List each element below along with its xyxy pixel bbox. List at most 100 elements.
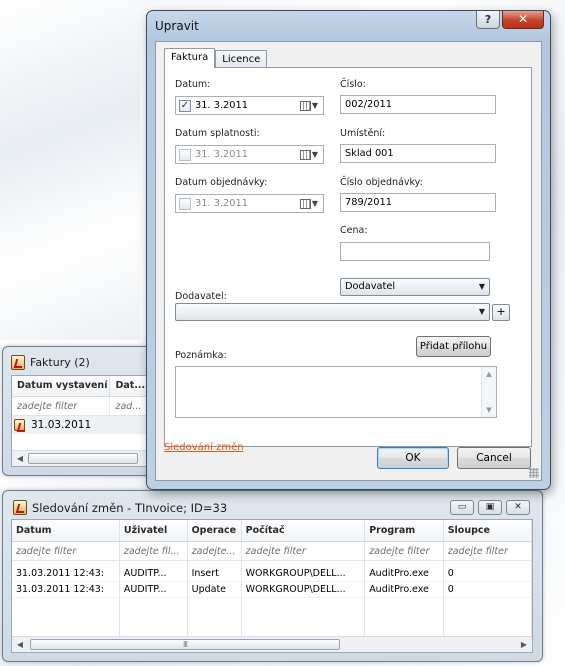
filter-cell-uzivatel[interactable]: zadejte fil... (120, 542, 188, 560)
calendar-dropdown-icon[interactable]: ▼ (299, 100, 318, 111)
cell-program: AuditPro.exe (365, 582, 444, 597)
scroll-grip-icon: III (182, 640, 188, 649)
audit-filter-row: zadejte filter zadejte fil... zadejte...… (12, 542, 532, 561)
maximize-button[interactable]: ▣ (478, 500, 502, 515)
invoice-icon (11, 355, 25, 370)
tab-faktura[interactable]: Faktura (164, 48, 216, 68)
cancel-button[interactable]: Cancel (457, 447, 531, 469)
filter-cell-datum[interactable]: zadejte filter (12, 542, 120, 560)
dialog-body: Faktura Licence Datum: ✓ 31. 3.2011 ▼ Da… (155, 41, 542, 481)
desktop-background (0, 0, 140, 340)
close-button[interactable]: ✕ (506, 500, 530, 515)
cell-datum: 31.03.2011 12:43: (12, 566, 120, 581)
filter-cell-operace[interactable]: zadejte... (188, 542, 242, 560)
window-controls: ▭ ▣ ✕ (450, 500, 530, 515)
column-header-datum[interactable]: Datum (12, 520, 120, 541)
column-header-operace[interactable]: Operace (188, 520, 242, 541)
cell-uzivatel: AUDITP... (120, 582, 188, 597)
cislo-objednavky-field[interactable]: 789/2011 (340, 193, 496, 212)
datum-objednavky-label: Datum objednávky: (175, 177, 268, 188)
datum-checkbox[interactable]: ✓ (179, 99, 191, 112)
audit-horizontal-scrollbar[interactable]: ◀ III ▶ (12, 636, 532, 652)
cell-operace: Update (188, 582, 242, 597)
datum-objednavky-value: 31. 3.2011 (195, 198, 248, 209)
filter-cell-program[interactable]: zadejte filter (365, 542, 444, 560)
calendar-dropdown-icon[interactable]: ▼ (299, 149, 318, 160)
invoice-icon (14, 419, 25, 431)
resize-grip-icon[interactable] (529, 468, 539, 478)
faktury-window: Faktury (2) Datum vystavení Dat... zadej… (2, 346, 152, 476)
sledovani-title-bar: Sledování změn - TInvoice; ID=33 (13, 500, 227, 515)
column-header-datum[interactable]: Dat... (110, 376, 150, 396)
cell-uzivatel: AUDITP... (120, 566, 188, 581)
datum-splatnosti-checkbox[interactable] (179, 148, 191, 161)
scroll-thumb[interactable]: III (30, 639, 340, 650)
chevron-down-icon: ▼ (478, 307, 485, 316)
row-date: 31.03.2011 (31, 419, 92, 431)
upravit-dialog: Upravit ? ✕ Faktura Licence Datum: ✓ 31.… (146, 10, 551, 490)
faktury-horizontal-scrollbar[interactable]: ◀ (12, 450, 150, 466)
scroll-left-icon[interactable]: ◀ (12, 454, 28, 463)
cell-sloupce: 0 (444, 566, 532, 581)
datum-value: 31. 3.2011 (195, 100, 248, 111)
table-row[interactable]: 31.03.2011 12:43: AUDITP... Insert WORKG… (12, 566, 532, 582)
scroll-left-icon[interactable]: ◀ (12, 640, 28, 649)
add-attachment-button[interactable]: Přidat přílohu (416, 336, 491, 357)
dodavatel-type-value: Dodavatel (345, 281, 396, 292)
cell-datum: 31.03.2011 12:43: (12, 582, 120, 597)
close-button[interactable]: ✕ (502, 11, 544, 29)
dodavatel-label: Dodavatel: (175, 291, 227, 302)
poznamka-textarea[interactable]: ▲ ▼ (175, 366, 497, 418)
cislo-objednavky-label: Číslo objednávky: (340, 177, 423, 188)
faktura-tab-panel: Datum: ✓ 31. 3.2011 ▼ Datum splatnosti: … (164, 67, 532, 447)
column-header-uzivatel[interactable]: Uživatel (120, 520, 188, 541)
umisteni-field[interactable]: Sklad 001 (340, 144, 496, 163)
sledovani-zmen-window: Sledování změn - TInvoice; ID=33 ▭ ▣ ✕ D… (2, 490, 543, 662)
tab-licence[interactable]: Licence (215, 50, 268, 68)
dodavatel-select[interactable]: ▼ (175, 303, 490, 321)
datum-splatnosti-label: Datum splatnosti: (175, 128, 260, 139)
filter-cell-datum-vystaveni[interactable]: zadejte filter (12, 397, 111, 415)
faktury-title: Faktury (2) (30, 356, 90, 369)
column-header-sloupce[interactable]: Sloupce (444, 520, 532, 541)
dodavatel-type-select[interactable]: Dodavatel ▼ (340, 278, 490, 296)
chevron-down-icon: ▼ (478, 282, 485, 291)
scroll-down-icon[interactable]: ▼ (482, 406, 496, 414)
minimize-button[interactable]: ▭ (450, 500, 474, 515)
cislo-field[interactable]: 002/2011 (340, 95, 496, 114)
help-button[interactable]: ? (476, 11, 500, 29)
column-header-pocitac[interactable]: Počítač (242, 520, 366, 541)
audit-grid: Datum Uživatel Operace Počítač Program S… (11, 519, 533, 653)
cell-operace: Insert (188, 566, 242, 581)
poznamka-label: Poznámka: (175, 350, 227, 361)
filter-cell-pocitac[interactable]: zadejte filter (242, 542, 366, 560)
table-row[interactable]: 31.03.2011 (12, 416, 150, 434)
ok-button[interactable]: OK (377, 447, 449, 469)
scroll-thumb[interactable] (28, 453, 138, 464)
scroll-up-icon[interactable]: ▲ (482, 370, 496, 378)
poznamka-scrollbar[interactable]: ▲ ▼ (481, 367, 496, 417)
datum-splatnosti-value: 31. 3.2011 (195, 149, 248, 160)
cell-pocitac: WORKGROUP\DELL... (242, 566, 366, 581)
cell-pocitac: WORKGROUP\DELL... (242, 582, 366, 597)
datum-picker[interactable]: ✓ 31. 3.2011 ▼ (175, 96, 324, 115)
tab-strip: Faktura Licence (164, 48, 268, 68)
cell-sloupce: 0 (444, 582, 532, 597)
table-row[interactable]: 31.03.2011 12:43: AUDITP... Update WORKG… (12, 582, 532, 598)
column-header-program[interactable]: Program (365, 520, 444, 541)
sledovani-zmen-link[interactable]: Sledování změn (164, 442, 244, 453)
datum-objednavky-picker[interactable]: 31. 3.2011 ▼ (175, 194, 324, 213)
faktury-grid: Datum vystavení Dat... zadejte filter za… (11, 375, 151, 467)
dialog-title-buttons: ? ✕ (476, 11, 544, 29)
datum-objednavky-checkbox[interactable] (179, 197, 191, 210)
faktury-title-bar: Faktury (2) (11, 355, 90, 370)
filter-cell-datum[interactable]: zad... (110, 397, 150, 415)
column-header-datum-vystaveni[interactable]: Datum vystavení (12, 376, 111, 396)
datum-splatnosti-picker[interactable]: 31. 3.2011 ▼ (175, 145, 324, 164)
filter-cell-sloupce[interactable]: zadejte filter (444, 542, 532, 560)
add-dodavatel-button[interactable]: + (492, 304, 510, 321)
scroll-right-icon[interactable]: ▶ (516, 640, 532, 649)
cena-field[interactable] (340, 242, 490, 261)
datum-label: Datum: (175, 79, 211, 90)
calendar-dropdown-icon[interactable]: ▼ (299, 198, 318, 209)
